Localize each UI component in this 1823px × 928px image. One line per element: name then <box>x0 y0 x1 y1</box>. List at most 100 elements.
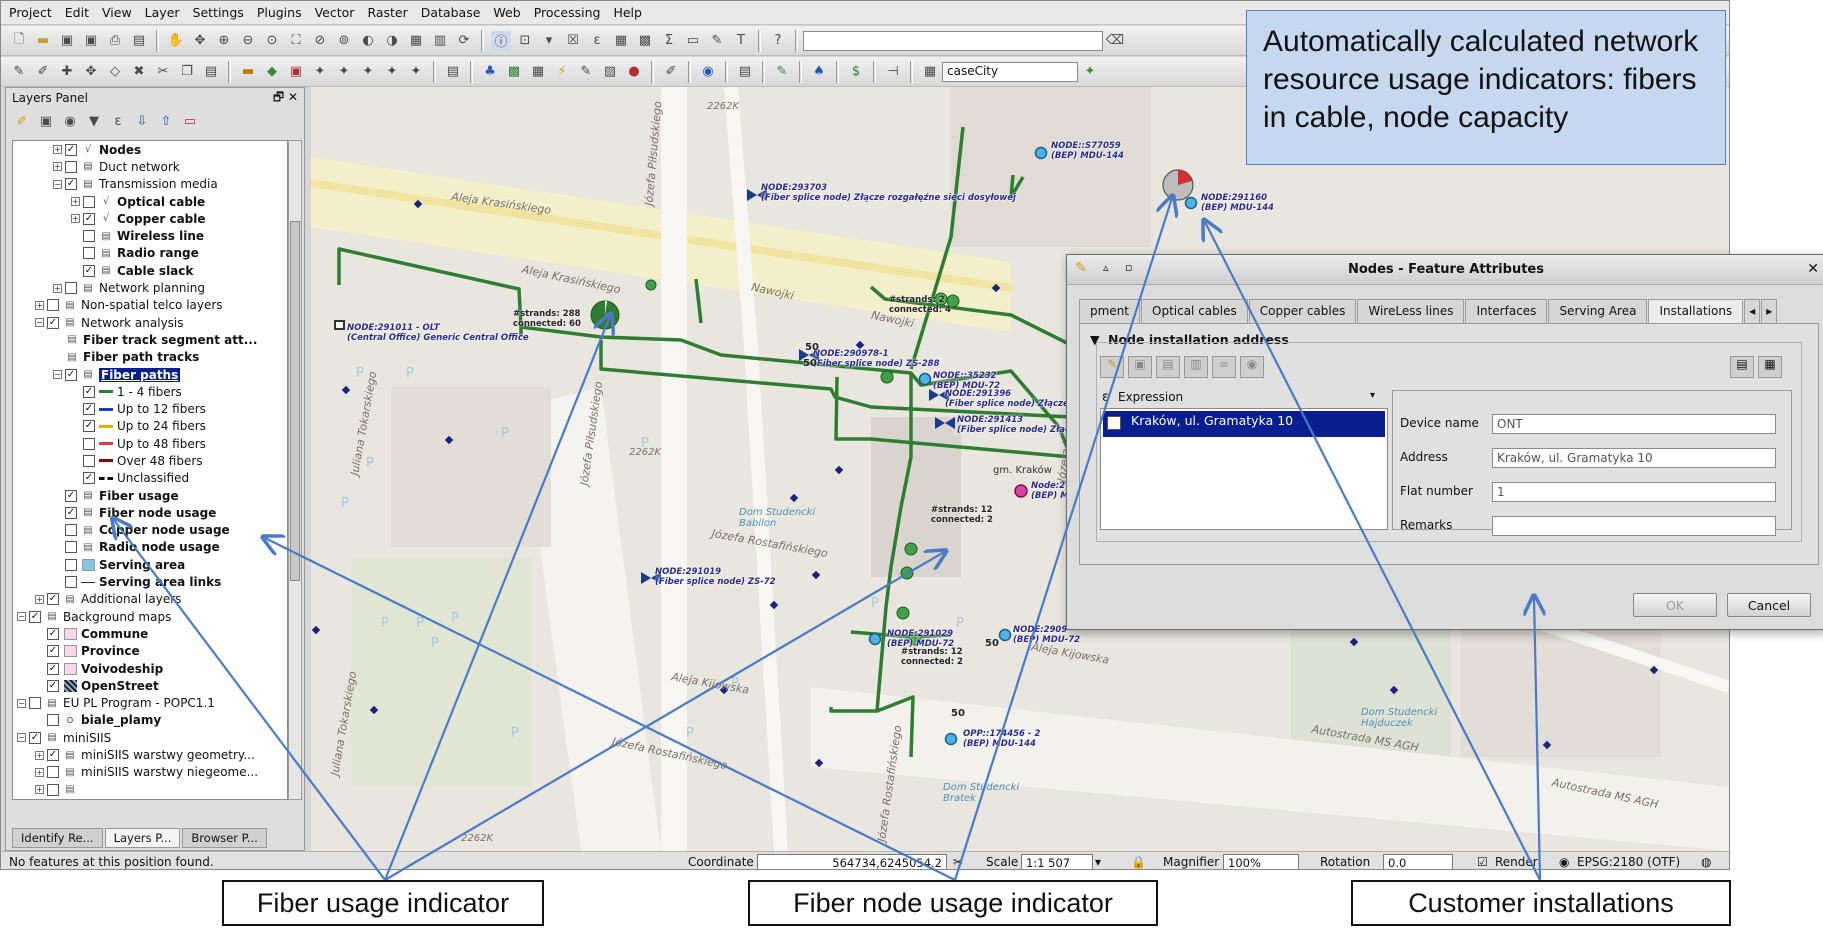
link-icon[interactable]: ∞ <box>1212 356 1236 378</box>
filter-icon[interactable]: ▼ <box>84 111 104 131</box>
layer-visibility-checkbox[interactable]: ✓ <box>65 489 77 502</box>
scrollbar-thumb[interactable] <box>290 221 300 581</box>
text-annotation-icon[interactable]: T <box>731 31 751 51</box>
layer-tree-item[interactable]: Up to 48 fibers <box>13 435 287 452</box>
visibility-icon[interactable]: ◉ <box>60 111 80 131</box>
layer-visibility-checkbox[interactable] <box>83 437 95 450</box>
edit-icon[interactable]: ✎ <box>9 62 29 82</box>
map-tips-icon[interactable]: ✎ <box>707 31 727 51</box>
search-input[interactable] <box>803 30 1103 51</box>
delete-icon[interactable]: ▥ <box>1184 356 1208 378</box>
identify-icon[interactable]: ⓘ <box>491 30 511 51</box>
pan-icon[interactable]: ✋ <box>166 31 186 51</box>
add-icon[interactable]: ▤ <box>1156 356 1180 378</box>
layer-visibility-checkbox[interactable]: ✓ <box>47 627 59 640</box>
location-icon[interactable]: ◉ <box>698 62 718 82</box>
layer-tree-item[interactable]: ▤ Radio node usage <box>13 539 287 556</box>
save-as-icon[interactable]: ▣ <box>81 31 101 51</box>
globe-icon[interactable]: ◉ <box>1559 855 1569 869</box>
expression-label[interactable]: Expression <box>1118 390 1183 404</box>
zoom-full-icon[interactable]: ⛶ <box>286 31 306 51</box>
go-icon[interactable]: ✦ <box>1080 62 1100 82</box>
layers-tree[interactable]: + ✓ √ Nodes + ▤ Duct network − ✓ ▤ Transmission me… <box>12 140 288 800</box>
layer-visibility-checkbox[interactable] <box>65 282 77 295</box>
tab-scroll-left-icon[interactable]: ◂ <box>1744 299 1761 323</box>
collapse-icon[interactable]: − <box>17 698 26 708</box>
expand-icon[interactable]: + <box>71 214 80 224</box>
remove-layer-icon[interactable]: ▭ <box>180 111 200 131</box>
expand-icon[interactable]: + <box>35 785 44 795</box>
zoom-out-icon[interactable]: ⊖ <box>238 31 258 51</box>
select-dropdown-icon[interactable]: ▾ <box>539 31 559 51</box>
tab-serving-area[interactable]: Serving Area <box>1548 299 1648 323</box>
layer-visibility-checkbox[interactable]: ✓ <box>83 264 95 277</box>
layer-visibility-checkbox[interactable]: ✓ <box>47 749 59 762</box>
layer-tree-item[interactable]: ▤ Wireless line <box>13 227 287 244</box>
help-icon[interactable]: ? <box>768 31 788 51</box>
tool-icon[interactable]: ✎ <box>772 62 792 82</box>
remarks-field[interactable] <box>1492 516 1776 536</box>
route-icon[interactable]: ⚡ <box>552 62 572 82</box>
layer-tree-item[interactable]: − ✓ ▤ miniSIIS <box>13 729 287 746</box>
save-project-icon[interactable]: ▣ <box>57 31 77 51</box>
layer-visibility-checkbox[interactable]: ✓ <box>83 420 95 433</box>
ok-button[interactable]: OK <box>1633 593 1717 617</box>
open-project-icon[interactable]: ▬ <box>33 31 53 51</box>
menu-edit[interactable]: Edit <box>65 5 89 20</box>
layer-tree-item[interactable]: − ▤ EU PL Program - POPC1.1 <box>13 695 287 712</box>
table-view-icon[interactable]: ▦ <box>1758 356 1782 378</box>
layer-visibility-checkbox[interactable]: ✓ <box>29 731 41 744</box>
telco-tool-8-icon[interactable]: ✦ <box>406 62 426 82</box>
pan-to-selection-icon[interactable]: ✥ <box>190 31 210 51</box>
case-icon[interactable]: ▦ <box>920 62 940 82</box>
layer-visibility-checkbox[interactable] <box>83 195 95 208</box>
case-city-input[interactable]: caseCity <box>942 61 1078 82</box>
tab-installations[interactable]: Installations <box>1648 299 1744 323</box>
edit-toggle-icon[interactable]: ✎ <box>1100 356 1124 378</box>
layer-tree-item[interactable]: ✓ Province <box>13 643 287 660</box>
zoom-layer-icon[interactable]: ⊚ <box>334 31 354 51</box>
paste-icon[interactable]: ▤ <box>201 62 221 82</box>
layer-tree-item[interactable]: − ✓ ▤ Background maps <box>13 608 287 625</box>
qstr-icon[interactable]: ▦ <box>528 62 548 82</box>
collapse-icon[interactable]: − <box>53 179 62 189</box>
rotation-field[interactable]: 0.0 <box>1383 854 1453 869</box>
form-view-icon[interactable]: ▤ <box>1730 356 1754 378</box>
flat-number-field[interactable]: 1 <box>1492 482 1776 502</box>
tab-interfaces[interactable]: Interfaces <box>1465 299 1548 323</box>
layer-tree-item[interactable]: ✓ OpenStreet <box>13 677 287 694</box>
network-icon[interactable]: ♣ <box>480 62 500 82</box>
layer-tree-item[interactable]: ✓ ▤ Fiber node usage <box>13 504 287 521</box>
add-feature-icon[interactable]: ✚ <box>57 62 77 82</box>
render-checkbox[interactable]: ☑ <box>1477 855 1488 869</box>
field-calculator-icon[interactable]: ▩ <box>635 31 655 51</box>
layer-visibility-checkbox[interactable]: ✓ <box>65 143 77 156</box>
layer-tree-item[interactable]: + ✓ ▤ Additional layers <box>13 591 287 608</box>
layer-tree-item[interactable]: ▤ Radio range <box>13 245 287 262</box>
expression-select-icon[interactable]: ε <box>587 31 607 51</box>
collapse-icon[interactable]: − <box>17 733 26 743</box>
layer-tree-item[interactable]: − ✓ ▤ Transmission media <box>13 176 287 193</box>
layer-tree-item[interactable]: ✓ Commune <box>13 625 287 642</box>
layer-visibility-checkbox[interactable] <box>29 697 41 710</box>
layer-visibility-checkbox[interactable] <box>83 454 95 467</box>
menu-processing[interactable]: Processing <box>534 5 601 20</box>
collapse-icon[interactable]: − <box>17 612 26 622</box>
menu-help[interactable]: Help <box>613 5 642 20</box>
tool-icon[interactable]: ✎ <box>576 62 596 82</box>
tab-wireless-lines[interactable]: WireLess lines <box>1357 299 1465 323</box>
layer-tree-item[interactable]: + ▤ Network planning <box>13 279 287 296</box>
filter-expression-icon[interactable]: ε <box>108 111 128 131</box>
close-icon[interactable]: ✕ <box>1807 261 1819 277</box>
bookmark-icon[interactable]: ▥ <box>430 31 450 51</box>
layer-visibility-checkbox[interactable] <box>65 524 77 537</box>
layer-tree-item[interactable]: ✓ ▤ Cable slack <box>13 262 287 279</box>
tool-icon[interactable]: ● <box>624 62 644 82</box>
tab-layers-panel[interactable]: Layers P... <box>104 828 181 848</box>
collapse-icon[interactable]: − <box>35 318 44 328</box>
layer-tree-item[interactable]: Serving area links <box>13 573 287 590</box>
list-item-checkbox[interactable] <box>1107 416 1121 430</box>
tab-identify-results[interactable]: Identify Re... <box>12 828 103 848</box>
layer-tree-item[interactable]: + ✓ √ Copper cable <box>13 210 287 227</box>
layer-visibility-checkbox[interactable]: ✓ <box>65 178 77 191</box>
